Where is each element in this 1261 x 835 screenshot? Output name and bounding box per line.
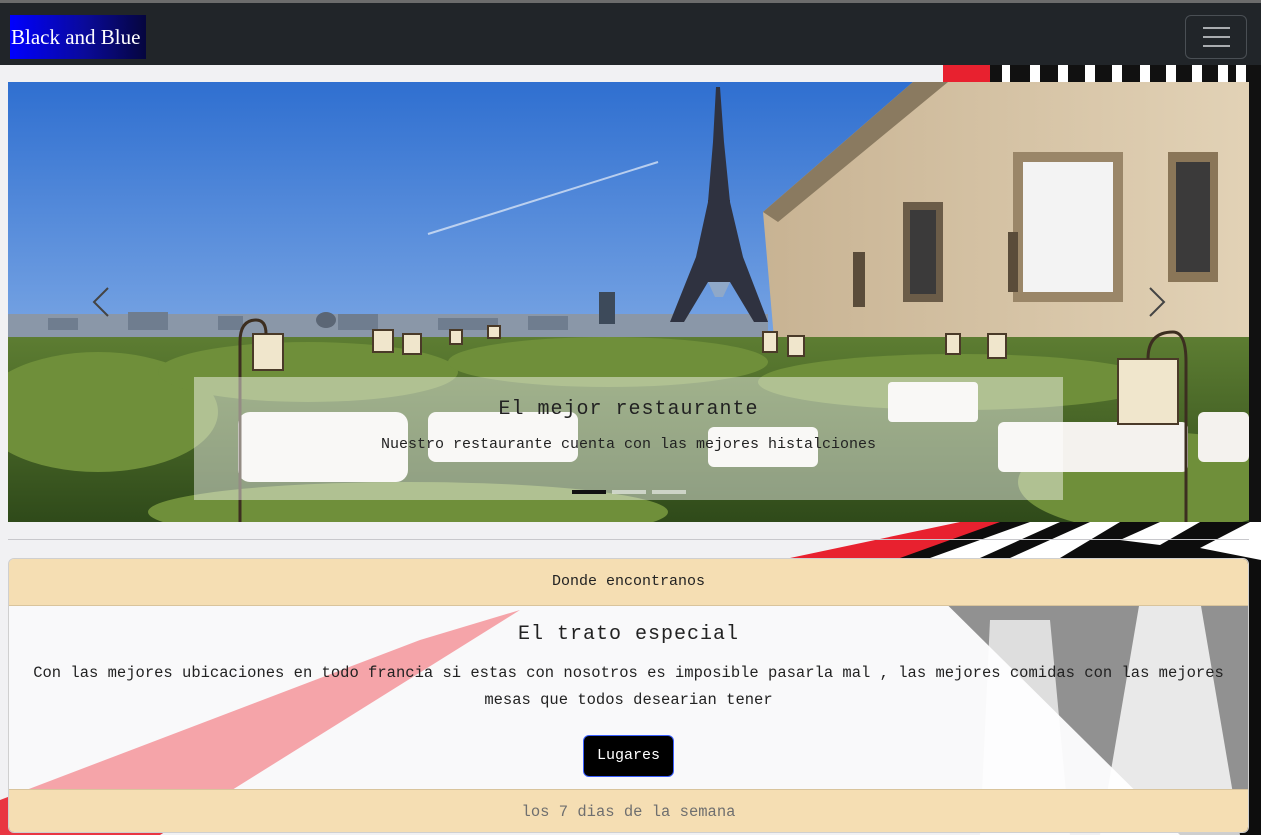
chevron-left-icon[interactable]: [82, 282, 122, 322]
hero-carousel: El mejor restaurante Nuestro restaurante…: [8, 82, 1249, 522]
slide-text: Nuestro restaurante cuenta con las mejor…: [380, 436, 877, 453]
card-text: Con las mejores ubicaciones en todo fran…: [33, 664, 1224, 709]
carousel-indicators: [572, 490, 686, 494]
card-body: El trato especial Con las mejores ubicac…: [9, 606, 1248, 789]
hamburger-icon: [1203, 27, 1230, 29]
card-footer: los 7 dias de la semana: [9, 789, 1248, 832]
carousel-indicator-2[interactable]: [612, 490, 646, 494]
navbar: Black and Blue: [0, 0, 1261, 65]
chevron-right-icon[interactable]: [1136, 282, 1176, 322]
carousel-indicator-1[interactable]: [572, 490, 606, 494]
card-title: El trato especial: [517, 623, 740, 646]
carousel-caption: El mejor restaurante Nuestro restaurante…: [194, 377, 1063, 500]
divider: [8, 539, 1249, 540]
slide-title: El mejor restaurante: [498, 398, 759, 421]
navbar-toggler-button[interactable]: [1185, 15, 1247, 59]
hamburger-icon-bar: [1203, 45, 1230, 47]
brand-logo[interactable]: Black and Blue: [10, 15, 146, 59]
lugares-button[interactable]: Lugares: [582, 735, 674, 777]
carousel-indicator-3[interactable]: [652, 490, 686, 494]
info-card: Donde encontranos El trato especial Con …: [8, 558, 1249, 833]
hamburger-icon-bar: [1203, 36, 1230, 38]
card-header: Donde encontranos: [9, 559, 1248, 606]
